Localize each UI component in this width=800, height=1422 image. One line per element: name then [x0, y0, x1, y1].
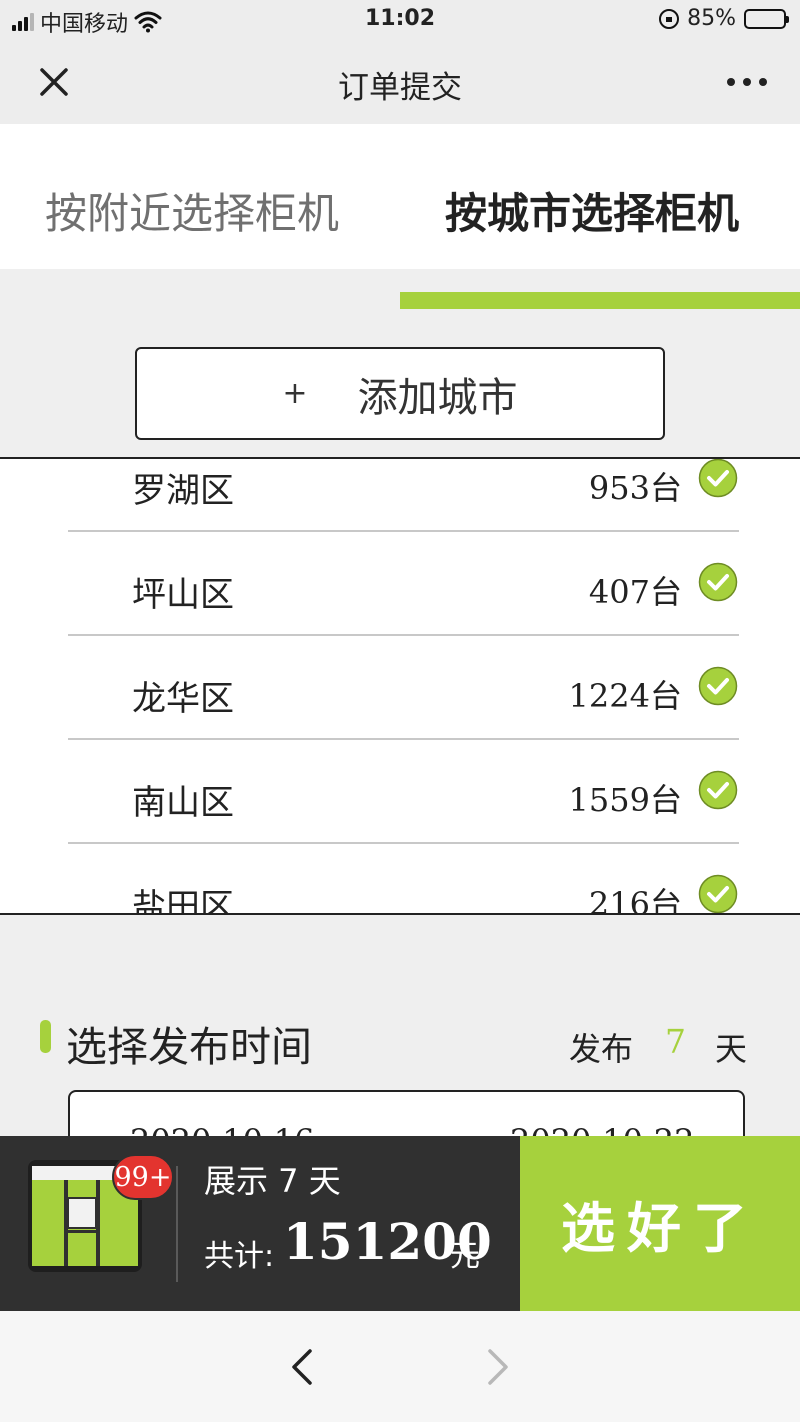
list-item[interactable]: 龙华区 1224台 — [68, 636, 739, 740]
cart-badge: 99+ — [112, 1154, 174, 1200]
publish-label: 发布 — [569, 1030, 634, 1068]
district-count: 1224台 — [568, 677, 682, 715]
total-label: 共计: — [204, 1239, 275, 1274]
summary-bar: 99+ 展示 7 天 共计: 151200 元 选好了 — [0, 1136, 800, 1311]
district-name: 盐田区 — [132, 887, 234, 915]
list-item[interactable]: 坪山区 407台 — [68, 532, 739, 636]
check-icon[interactable] — [698, 770, 738, 810]
district-count: 407台 — [588, 573, 682, 611]
browser-toolbar — [0, 1311, 800, 1422]
tab-city[interactable]: 按城市选择柜机 — [445, 180, 739, 241]
confirm-button[interactable]: 选好了 — [520, 1136, 800, 1311]
nav-bar: 订单提交 — [0, 40, 800, 124]
publish-unit: 天 — [715, 1030, 748, 1068]
rotation-lock-icon — [659, 8, 680, 29]
selection-tabs: 按附近选择柜机 按城市选择柜机 — [0, 124, 800, 269]
forward-arrow-icon[interactable] — [478, 1345, 518, 1389]
district-count: 1559台 — [568, 781, 682, 819]
tab-active-indicator — [400, 292, 800, 309]
district-count: 953台 — [588, 469, 682, 507]
divider — [176, 1166, 178, 1282]
plus-icon: + — [282, 376, 308, 411]
district-name: 坪山区 — [132, 575, 234, 615]
check-icon[interactable] — [698, 874, 738, 914]
battery-percent: 85% — [687, 6, 736, 31]
display-days-text: 展示 7 天 — [204, 1162, 341, 1200]
back-arrow-icon[interactable] — [282, 1345, 322, 1389]
list-item[interactable]: 盐田区 216台 — [68, 844, 739, 915]
check-icon[interactable] — [698, 562, 738, 602]
check-icon[interactable] — [698, 458, 738, 498]
district-name: 龙华区 — [132, 679, 234, 719]
status-bar: 中国移动 11:02 85% — [0, 0, 800, 40]
add-city-button[interactable]: + 添加城市 — [135, 347, 665, 440]
section-title: 选择发布时间 — [66, 1023, 312, 1071]
battery-icon — [744, 8, 789, 29]
district-list[interactable]: 罗湖区 953台 坪山区 407台 龙华区 1224台 南山区 1559台 盐田… — [0, 457, 800, 915]
status-right: 85% — [659, 6, 789, 31]
add-city-label: 添加城市 — [357, 374, 518, 421]
section-marker — [40, 1020, 51, 1053]
district-count: 216台 — [588, 885, 682, 915]
tab-nearby[interactable]: 按附近选择柜机 — [45, 180, 339, 241]
list-item[interactable]: 南山区 1559台 — [68, 740, 739, 844]
district-name: 南山区 — [132, 783, 234, 823]
check-icon[interactable] — [698, 666, 738, 706]
page-title: 订单提交 — [338, 70, 462, 106]
more-icon[interactable] — [722, 70, 772, 94]
district-name: 罗湖区 — [132, 471, 234, 511]
total-unit: 元 — [450, 1239, 480, 1274]
list-item[interactable]: 罗湖区 953台 — [68, 458, 739, 532]
publish-days: 7 — [665, 1022, 686, 1061]
